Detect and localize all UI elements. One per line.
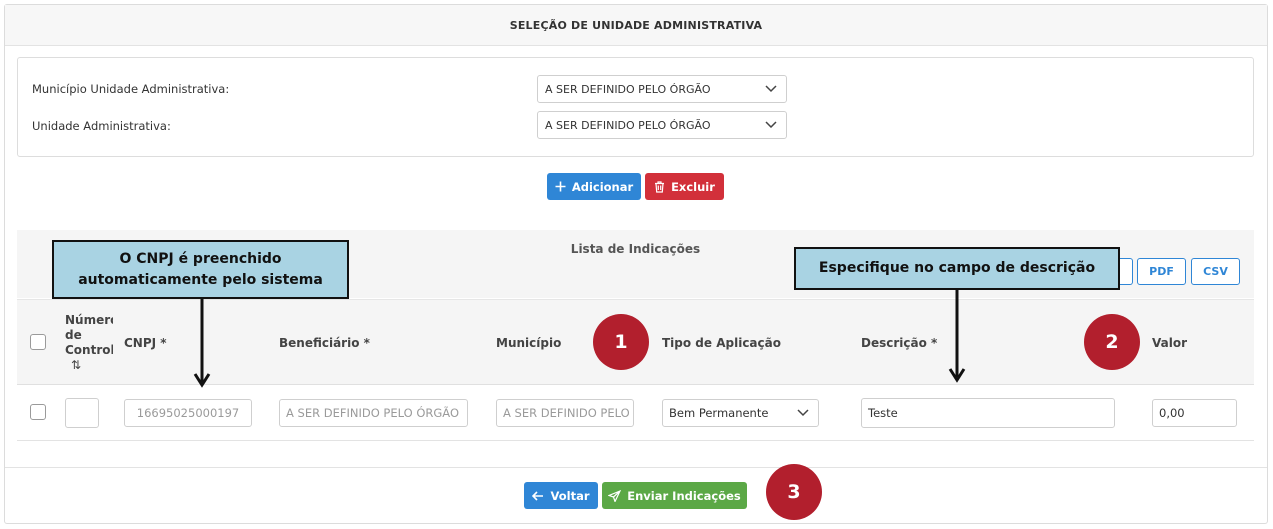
- col-numero-line1: Número: [65, 313, 113, 327]
- select-all-checkbox[interactable]: [30, 334, 46, 350]
- chevron-down-icon: [765, 121, 777, 129]
- col-numero-line2: de: [65, 328, 82, 342]
- trash-icon: [655, 180, 665, 193]
- back-button-label: Voltar: [550, 488, 590, 503]
- unidade-select-value: A SER DEFINIDO PELO ÓRGÃO: [545, 118, 711, 132]
- back-button[interactable]: Voltar: [524, 482, 598, 509]
- municipio-input[interactable]: A SER DEFINIDO PELO ÓRGÃO: [496, 399, 634, 427]
- descricao-input[interactable]: Teste: [861, 398, 1115, 428]
- col-descricao: Descrição *: [861, 336, 938, 350]
- plus-icon: [555, 181, 566, 192]
- section-title: SELEÇÃO DE UNIDADE ADMINISTRATIVA: [5, 5, 1267, 46]
- step-badge-2: 2: [1084, 314, 1140, 370]
- arrow-down-icon: [193, 298, 211, 388]
- numero-controle-input[interactable]: [65, 398, 99, 428]
- col-numero-line3: Controle: [65, 343, 113, 357]
- col-municipio: Município: [496, 336, 562, 350]
- add-button-label: Adicionar: [571, 179, 634, 194]
- export-csv-button[interactable]: CSV: [1191, 258, 1240, 285]
- chevron-down-icon: [797, 409, 809, 417]
- municipio-label: Município Unidade Administrativa:: [32, 82, 230, 96]
- send-indications-button[interactable]: Enviar Indicações: [602, 482, 747, 509]
- chevron-down-icon: [765, 85, 777, 93]
- municipio-select[interactable]: A SER DEFINIDO PELO ÓRGÃO: [537, 75, 787, 103]
- footer-divider: [5, 467, 1267, 468]
- delete-button-label: Excluir: [671, 179, 715, 194]
- step-badge-3: 3: [766, 464, 822, 520]
- step-badge-1: 1: [593, 314, 649, 370]
- cnpj-callout: O CNPJ é preenchido automaticamente pelo…: [52, 240, 349, 299]
- tipo-aplicacao-value: Bem Permanente: [669, 406, 769, 420]
- row-checkbox[interactable]: [30, 404, 46, 420]
- admin-unit-form: [17, 57, 1254, 157]
- col-cnpj: CNPJ *: [124, 336, 167, 350]
- col-beneficiario: Beneficiário *: [279, 336, 370, 350]
- add-button[interactable]: Adicionar: [547, 173, 641, 200]
- cnpj-callout-line2: automaticamente pelo sistema: [78, 271, 323, 288]
- col-valor: Valor: [1152, 336, 1188, 350]
- sort-icon[interactable]: ⇅: [65, 358, 113, 373]
- cnpj-callout-line1: O CNPJ é preenchido: [119, 251, 282, 268]
- cnpj-input[interactable]: 16695025000197: [124, 399, 252, 427]
- beneficiario-input[interactable]: A SER DEFINIDO PELO ÓRGÃO: [279, 399, 468, 427]
- send-button-label: Enviar Indicações: [627, 488, 741, 503]
- send-icon: [608, 489, 622, 502]
- descricao-callout: Especifique no campo de descrição: [794, 247, 1120, 290]
- tipo-aplicacao-select[interactable]: Bem Permanente: [662, 399, 819, 427]
- unidade-select[interactable]: A SER DEFINIDO PELO ÓRGÃO: [537, 111, 787, 139]
- arrow-left-icon: [532, 490, 544, 501]
- export-pdf-button[interactable]: PDF: [1137, 258, 1186, 285]
- unidade-label: Unidade Administrativa:: [32, 119, 171, 133]
- municipio-select-value: A SER DEFINIDO PELO ÓRGÃO: [545, 82, 711, 96]
- delete-button[interactable]: Excluir: [645, 173, 724, 200]
- col-numero-controle[interactable]: Número de Controle ⇅: [65, 313, 113, 373]
- col-tipo-aplicacao: Tipo de Aplicação: [662, 336, 781, 350]
- row-divider: [17, 440, 1254, 441]
- arrow-down-icon: [948, 289, 966, 383]
- valor-input[interactable]: 0,00: [1152, 399, 1237, 427]
